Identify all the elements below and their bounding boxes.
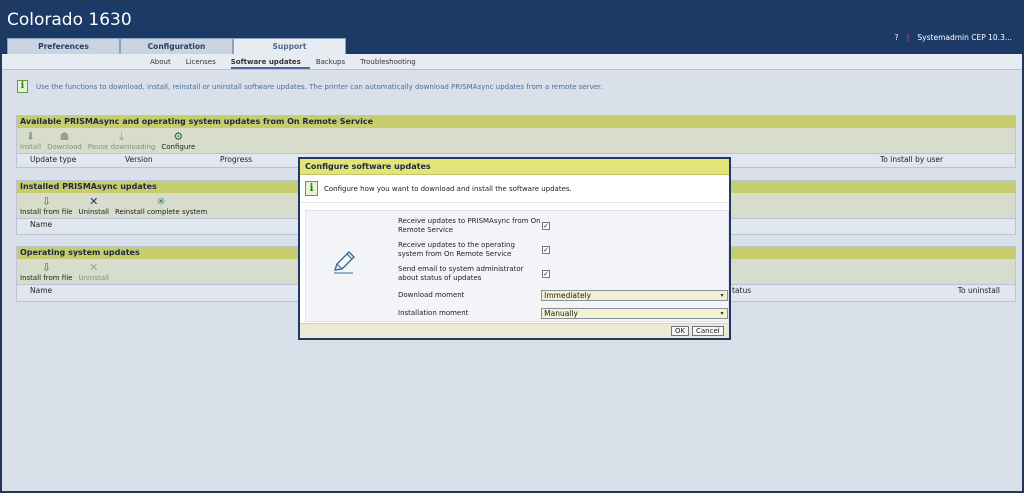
available-toolbar: ⬇ Install ☗ Download ⤓ Pause downloading… — [17, 128, 1015, 153]
user-name[interactable]: Systemadmin CEP 10.3... — [917, 33, 1012, 42]
configure-label: Configure — [161, 143, 196, 151]
ok-button[interactable]: OK — [671, 326, 690, 336]
app-title: Colorado 1630 — [7, 10, 132, 30]
subtab-backups[interactable]: Backups — [316, 54, 354, 69]
info-text: Use the functions to download, install, … — [36, 82, 603, 91]
option-label: Send email to system administrator about… — [398, 265, 524, 282]
option-row: Receive updates to PRISMAsync from On Re… — [398, 214, 728, 238]
download-button[interactable]: ☗ Download — [47, 130, 82, 152]
uninstall-icon: ✕ — [89, 195, 99, 208]
reinstall-button[interactable]: ✳ Reinstall complete system — [115, 195, 208, 217]
download-moment-value: Immediately — [544, 290, 592, 300]
installation-moment-select[interactable]: Manually ▾ — [541, 307, 728, 319]
main-tabs: Preferences Configuration Support — [7, 38, 346, 54]
subtab-licenses[interactable]: Licenses — [186, 54, 225, 69]
install-from-file-label: Install from file — [20, 274, 73, 282]
help-link[interactable]: ? — [895, 33, 899, 42]
chevron-down-icon: ▾ — [720, 291, 724, 299]
option-label: Receive updates to the operating system … — [398, 241, 515, 258]
install-from-file-button[interactable]: ⇩ Install from file — [20, 195, 73, 217]
dialog-info: i Configure how you want to download and… — [300, 175, 729, 203]
app-frame: Colorado 1630 Preferences Configuration … — [0, 0, 1024, 493]
col-name: Name — [30, 286, 53, 295]
col-version: Version — [125, 155, 153, 164]
install-icon: ⬇ — [25, 130, 36, 143]
dialog-footer: OK Cancel — [300, 323, 729, 338]
installation-moment-row: Installation moment Manually ▾ — [398, 304, 728, 322]
pause-downloading-button[interactable]: ⤓ Pause downloading — [87, 130, 156, 152]
download-moment-label: Download moment — [398, 290, 465, 299]
reinstall-icon: ✳ — [156, 195, 166, 208]
uninstall-icon: ✕ — [89, 261, 99, 274]
user-area: ? | Systemadmin CEP 10.3... — [895, 33, 1012, 42]
pause-download-icon: ⤓ — [119, 130, 125, 143]
configure-dialog: Configure software updates i Configure h… — [298, 157, 731, 340]
cancel-button[interactable]: Cancel — [692, 326, 724, 336]
app-header: Colorado 1630 Preferences Configuration … — [2, 2, 1022, 54]
chevron-down-icon: ▾ — [720, 309, 724, 317]
tab-support[interactable]: Support — [233, 38, 346, 54]
tab-preferences[interactable]: Preferences — [7, 38, 120, 54]
send-email-checkbox[interactable]: ✓ — [542, 270, 550, 278]
info-banner: i Use the functions to download, install… — [17, 80, 602, 93]
col-to-install-by-user: To install by user — [880, 155, 944, 164]
pause-downloading-label: Pause downloading — [87, 143, 156, 151]
tab-configuration[interactable]: Configuration — [120, 38, 233, 54]
install-from-file-icon: ⇩ — [41, 261, 51, 274]
os-uninstall-button[interactable]: ✕ Uninstall — [78, 261, 109, 283]
subtab-about[interactable]: About — [150, 54, 180, 69]
install-label: Install — [20, 143, 42, 151]
download-moment-select[interactable]: Immediately ▾ — [541, 289, 728, 301]
section-title: Available PRISMAsync and operating syste… — [17, 116, 1015, 128]
subtab-troubleshooting[interactable]: Troubleshooting — [360, 54, 425, 69]
col-name: Name — [30, 220, 53, 229]
download-icon: ☗ — [59, 130, 70, 143]
install-from-file-label: Install from file — [20, 208, 73, 216]
option-row: Send email to system administrator about… — [398, 262, 728, 286]
download-label: Download — [47, 143, 82, 151]
dialog-title: Configure software updates — [300, 159, 729, 175]
info-icon: i — [17, 80, 28, 93]
col-to-uninstall: To uninstall — [957, 286, 1000, 295]
reinstall-label: Reinstall complete system — [115, 208, 208, 216]
pencil-icon — [333, 251, 355, 274]
os-install-from-file-button[interactable]: ⇩ Install from file — [20, 261, 73, 283]
installation-moment-label: Installation moment — [398, 308, 469, 317]
configure-button[interactable]: ⚙ Configure — [161, 130, 196, 152]
dialog-body: Receive updates to PRISMAsync from On Re… — [305, 210, 729, 322]
subtab-software-updates[interactable]: Software updates — [230, 54, 310, 69]
configure-icon: ⚙ — [173, 130, 184, 143]
uninstall-button[interactable]: ✕ Uninstall — [78, 195, 109, 217]
os-updates-checkbox[interactable]: ✓ — [542, 246, 550, 254]
col-status: tatus — [732, 286, 752, 295]
install-from-file-icon: ⇩ — [41, 195, 51, 208]
sub-tabs: About Licenses Software updates Backups … — [2, 54, 1022, 70]
dialog-info-text: Configure how you want to download and i… — [324, 184, 572, 193]
uninstall-label: Uninstall — [78, 274, 109, 282]
settings-form: Receive updates to PRISMAsync from On Re… — [398, 214, 728, 322]
option-label: Receive updates to PRISMAsync from On Re… — [398, 217, 541, 234]
install-button[interactable]: ⬇ Install — [20, 130, 42, 152]
info-icon: i — [305, 181, 318, 196]
separator-icon: | — [906, 33, 910, 42]
prismasync-updates-checkbox[interactable]: ✓ — [542, 222, 550, 230]
download-moment-row: Download moment Immediately ▾ — [398, 286, 728, 304]
uninstall-label: Uninstall — [78, 208, 109, 216]
installation-moment-value: Manually — [544, 308, 578, 318]
option-row: Receive updates to the operating system … — [398, 238, 728, 262]
col-update-type: Update type — [30, 155, 77, 164]
